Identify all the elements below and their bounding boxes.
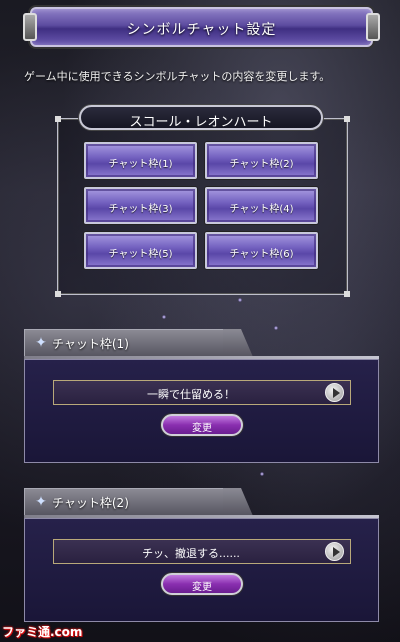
site-logo: ファミ通.com <box>2 625 83 639</box>
chat-slot-label: チャット枠(4) <box>229 204 294 215</box>
chat-message-text: チッ、撤退する...... <box>142 547 240 560</box>
background-sparkle <box>260 472 264 476</box>
chat-slot-label: チャット枠(1) <box>108 159 173 170</box>
chat-message-text: 一瞬で仕留める！ <box>147 388 235 401</box>
chat-message-field[interactable]: チッ、撤退する...... <box>53 539 351 564</box>
section-title: チャット枠(1) <box>52 337 129 351</box>
section-tab-slant <box>223 488 253 516</box>
background-sparkle <box>238 298 242 302</box>
page-header: シンボルチャット設定 <box>23 7 380 47</box>
chat-message-field[interactable]: 一瞬で仕留める！ <box>53 380 351 405</box>
change-button[interactable]: 変更 <box>161 414 243 436</box>
chat-slot-2-button[interactable]: チャット枠(2) <box>205 142 318 179</box>
chat-slot-label: チャット枠(2) <box>229 159 294 170</box>
panel-corner <box>55 116 61 122</box>
chat-slot-label: チャット枠(6) <box>229 249 294 260</box>
section-body: 一瞬で仕留める！ 変更 <box>24 359 379 463</box>
page-description: ゲーム中に使用できるシンボルチャットの内容を変更します。 <box>24 70 331 83</box>
chat-slot-3-button[interactable]: チャット枠(3) <box>84 187 197 224</box>
chat-slot-5-button[interactable]: チャット枠(5) <box>84 232 197 269</box>
character-name: スコール・レオンハート <box>129 115 273 130</box>
change-button-label: 変更 <box>192 582 212 593</box>
chat-slot-4-button[interactable]: チャット枠(4) <box>205 187 318 224</box>
change-button-label: 変更 <box>192 423 212 434</box>
section-body: チッ、撤退する...... 変更 <box>24 518 379 622</box>
section-title: チャット枠(2) <box>52 496 129 510</box>
change-button[interactable]: 変更 <box>161 573 243 595</box>
background-sparkle <box>162 315 166 319</box>
sparkle-icon: ✦ <box>35 335 47 351</box>
chat-slot-section-1: ✦ チャット枠(1) 一瞬で仕留める！ 変更 <box>24 329 379 463</box>
sparkle-icon: ✦ <box>35 494 47 510</box>
panel-corner <box>344 291 350 297</box>
chat-slot-1-button[interactable]: チャット枠(1) <box>84 142 197 179</box>
chat-slot-section-2: ✦ チャット枠(2) チッ、撤退する...... 変更 <box>24 488 379 622</box>
chat-slot-label: チャット枠(5) <box>108 249 173 260</box>
page-title: シンボルチャット設定 <box>126 22 277 38</box>
play-voice-button[interactable] <box>325 383 344 402</box>
panel-corner <box>344 116 350 122</box>
chat-slot-label: チャット枠(3) <box>108 204 173 215</box>
character-name-bar: スコール・レオンハート <box>79 105 323 130</box>
panel-corner <box>55 291 61 297</box>
section-tab-slant <box>223 329 253 357</box>
play-voice-button[interactable] <box>325 542 344 561</box>
chat-slot-6-button[interactable]: チャット枠(6) <box>205 232 318 269</box>
